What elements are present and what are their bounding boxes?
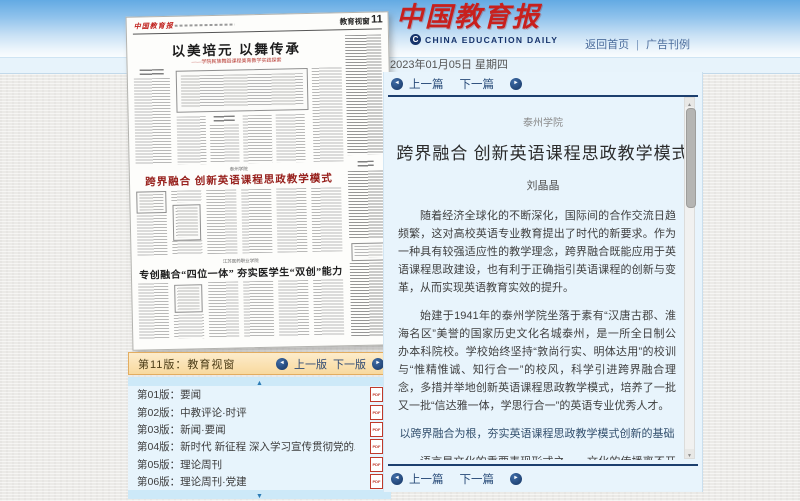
pdf-icon[interactable]: PDF [370,387,383,402]
paper-col [243,281,274,338]
current-edition-label: 第11版：教育视窗 [138,356,235,372]
header-links: 返回首页 | 广告刊例 [585,36,690,52]
ads-link[interactable]: 广告刊例 [646,39,690,51]
prev-article-icon[interactable] [391,78,403,90]
pdf-icon[interactable]: PDF [370,474,383,489]
edition-row[interactable]: 第01版：要闻 PDF [128,386,391,403]
next-edition-link[interactable]: 下一版 [333,356,366,372]
paper-col [276,114,306,163]
article-paragraph: 始建于1941年的泰州学院坐落于素有“汉唐古郡、淮海名区”美誉的国家历史文化名城… [398,307,676,415]
paper-col [241,189,272,254]
edition-label[interactable]: 第05版：理论周刊 [137,457,222,472]
paper-col [278,280,309,337]
divider-rule-bottom [388,464,698,466]
prev-article-link[interactable]: 上一篇 [409,76,444,92]
edition-label[interactable]: 第03版：新闻·要闻 [137,422,226,437]
paper-intro-box [176,68,309,113]
link-separator: | [636,39,639,51]
edition-label[interactable]: 第02版：中教评论·时评 [137,405,247,420]
article-paragraph: 随着经济全球化的不断深化，国际间的合作交流日趋频繁，这对高校英语专业教育提出了时… [398,207,676,297]
edition-row[interactable]: 第05版：理论周刊 PDF [128,456,391,473]
divider-rule [388,95,698,97]
next-article-link[interactable]: 下一篇 [460,471,495,487]
paper-headline-3: 专创融合“四位一体” 夯实医学生“双创”能力 [138,262,344,281]
paper-col [210,115,240,164]
globe-icon: C [410,34,421,45]
prev-edition-icon[interactable] [276,358,288,370]
edition-row[interactable]: 第04版：新时代 新征程 深入学习宣传贯彻党的二十大精神专刊 PDF [128,438,391,455]
paper-col [134,69,172,166]
paper-col [208,281,239,338]
article-scrollbar[interactable] [684,97,695,459]
edition-bar: 第11版：教育视窗 上一版 下一版 [128,352,393,375]
article-subheading: 以跨界融合为根，夯实英语课程思政教学模式创新的基础 [398,425,676,443]
paper-col [177,116,207,165]
scroll-up-strip[interactable] [128,377,391,386]
article-scroll-area[interactable]: 泰州学院 跨界融合 创新英语课程思政教学模式 刘晶晶 随着经济全球化的不断深化，… [384,98,702,460]
prev-article-link[interactable]: 上一篇 [409,471,444,487]
edition-row[interactable]: 第03版：新闻·要闻 PDF [128,421,391,438]
edition-label[interactable]: 第04版：新时代 新征程 深入学习宣传贯彻党的二十大精神专刊 [137,439,355,454]
paper-col [276,188,307,253]
logo-title: 中国教育报 [396,1,616,33]
editions-list: 第01版：要闻 PDF 第02版：中教评论·时评 PDF 第03版：新闻·要闻 … [128,377,391,492]
next-article-icon[interactable] [510,78,522,90]
paper-masthead-info [175,24,235,27]
article-body: 随着经济全球化的不断深化，国际间的合作交流日趋频繁，这对高校英语专业教育提出了时… [398,207,676,460]
newspaper-preview[interactable]: 中国教育报 教育视窗 11 以美培元 以舞传承 ——学院民族舞蹈课程美育教学实践… [126,11,396,350]
site-logo: 中国教育报 C CHINA EDUCATION DAILY [396,1,616,45]
edition-row[interactable]: 第06版：理论周刊·党建 PDF [128,473,391,490]
scrollbar-down-arrow[interactable] [685,449,694,458]
logo-subtitle: CHINA EDUCATION DAILY [425,35,558,45]
paper-page-number: 11 [371,13,383,25]
paper-masthead: 中国教育报 [134,21,174,32]
paper-headline-2: 跨界融合 创新英语课程思政教学模式 [136,170,342,189]
article-college: 泰州学院 [384,114,702,129]
article-paragraph: 语言是文化的重要表现形式之一，文化的传播离不开语言这一重要载体，学校及时引进跨界… [398,453,676,460]
paper-col [312,67,344,162]
edition-label[interactable]: 第06版：理论周刊·党建 [137,474,247,489]
date-text: 2023年01月05日 星期四 [390,59,508,71]
edition-label[interactable]: 第01版：要闻 [137,387,201,402]
paper-col [136,191,167,256]
paper-col [138,283,169,340]
article-author: 刘晶晶 [384,177,702,193]
next-article-link[interactable]: 下一篇 [460,76,495,92]
article-panel: 上一篇 下一篇 泰州学院 跨界融合 创新英语课程思政教学模式 刘晶晶 随着经济全… [383,72,703,492]
page: { "header": { "logo_title": "中国教育报", "lo… [0,0,800,492]
edition-row[interactable]: 第02版：中教评论·时评 PDF [128,403,391,420]
paper-right-column [345,34,387,337]
prev-article-icon[interactable] [391,473,403,485]
paper-section-name: 教育视窗 [340,16,370,28]
paper-col [311,187,342,252]
paper-col [206,190,237,255]
pdf-icon[interactable]: PDF [370,422,383,437]
paper-col [173,282,204,339]
scrollbar-thumb[interactable] [686,108,696,208]
prev-edition-link[interactable]: 上一版 [294,356,327,372]
top-banner: 中国教育报 C CHINA EDUCATION DAILY 返回首页 | 广告刊例 [0,0,800,57]
article-nav-top: 上一篇 下一篇 [384,72,702,94]
pdf-icon[interactable]: PDF [370,439,383,454]
article-title: 跨界融合 创新英语课程思政教学模式 [384,139,702,164]
home-link[interactable]: 返回首页 [585,39,629,51]
pdf-icon[interactable]: PDF [370,405,383,420]
next-article-icon[interactable] [510,473,522,485]
paper-col [313,279,344,336]
paper-col [171,190,202,255]
scrollbar-up-arrow[interactable] [685,98,694,107]
pdf-icon[interactable]: PDF [370,457,383,472]
article-nav-bottom: 上一篇 下一篇 [391,469,522,489]
paper-col [243,115,273,164]
